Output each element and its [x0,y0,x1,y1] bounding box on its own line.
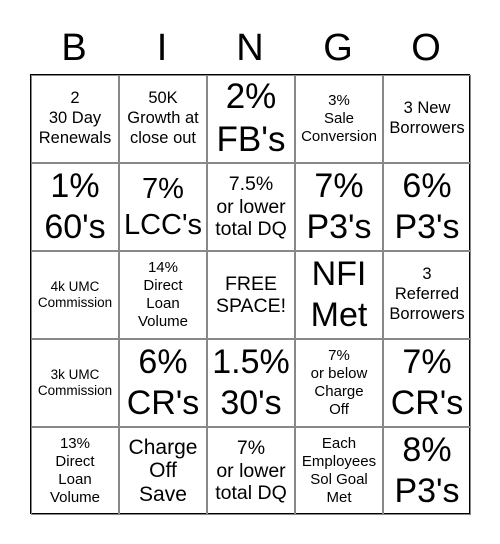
bingo-cell[interactable]: 3% Sale Conversion [295,75,383,163]
bingo-cell[interactable]: 3k UMC Commission [31,339,119,427]
bingo-cell[interactable]: 1% 60's [31,163,119,251]
bingo-cell[interactable]: 7.5% or lower total DQ [207,163,295,251]
header-letter-o: O [411,27,441,69]
bingo-cell[interactable]: 4k UMC Commission [31,251,119,339]
bingo-cell[interactable]: 3 Referred Borrowers [383,251,471,339]
bingo-cell[interactable]: 2% FB's [207,75,295,163]
header-letter-g: G [323,27,353,69]
bingo-cell[interactable]: 1.5% 30's [207,339,295,427]
header-letter-i: I [156,27,168,69]
bingo-cell[interactable]: 6% CR's [119,339,207,427]
bingo-cell[interactable]: 7% P3's [295,163,383,251]
bingo-cell[interactable]: 8% P3's [383,427,471,515]
bingo-cell[interactable]: 50K Growth at close out [119,75,207,163]
bingo-header: B I N G O [30,24,470,72]
bingo-cell[interactable]: Charge Off Save [119,427,207,515]
bingo-cell[interactable]: NFI Met [295,251,383,339]
bingo-cell[interactable]: 3 New Borrowers [383,75,471,163]
bingo-cell[interactable]: 13% Direct Loan Volume [31,427,119,515]
bingo-cell[interactable]: 2 30 Day Renewals [31,75,119,163]
free-space-cell[interactable]: FREE SPACE! [207,251,295,339]
header-letter-n: N [236,27,264,69]
bingo-cell[interactable]: 7% or lower total DQ [207,427,295,515]
bingo-cell[interactable]: 7% CR's [383,339,471,427]
bingo-cell[interactable]: 14% Direct Loan Volume [119,251,207,339]
bingo-cell[interactable]: 6% P3's [383,163,471,251]
bingo-cell[interactable]: 7% or below Charge Off [295,339,383,427]
bingo-cell[interactable]: Each Employees Sol Goal Met [295,427,383,515]
bingo-grid: 2 30 Day Renewals 50K Growth at close ou… [30,74,471,515]
bingo-cell[interactable]: 7% LCC's [119,163,207,251]
header-letter-b: B [61,27,87,69]
